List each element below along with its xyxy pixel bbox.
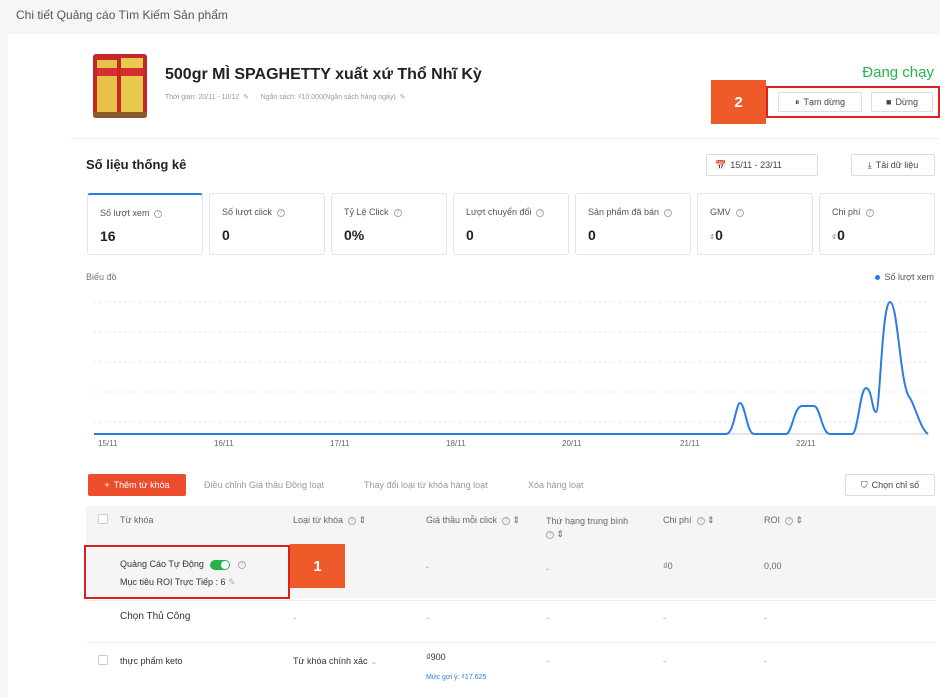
time-label: Thời gian: 20/11 - 10/12 [165,94,240,101]
edit-time-icon[interactable]: ✎ [241,94,259,101]
product-meta: Thời gian: 20/11 - 10/12 ✎ Ngân sách: ₫1… [165,93,405,101]
info-icon: ? [696,516,705,525]
stop-icon: ■ [886,97,892,107]
match-change-button[interactable]: Thay đổi loại từ khóa hàng loạt [356,474,496,496]
plus-icon: + [104,480,110,490]
download-icon: ⤓ [867,159,872,170]
row-divider [86,642,936,643]
manual-bid: - [426,613,429,623]
product-title: 500gr MÌ SPAGHETTY xuất xứ Thổ Nhĩ Kỳ [165,66,482,83]
pause-button[interactable]: ⏸ Tạm dừng [778,92,862,112]
manual-cost: - [663,613,666,623]
date-range-picker[interactable]: 📅 15/11 - 23/11 [706,154,818,176]
auto-cost: ₫0 [663,561,673,571]
metric-views[interactable]: Số lượt xem? 16 [87,193,203,255]
manual-label: Chọn Thủ Công [120,611,191,622]
info-icon: ? [664,208,673,217]
filter-icon: ⛉ [860,479,868,490]
col-keyword: Từ khóa [120,515,154,525]
choose-metrics-button[interactable]: ⛉ Chọn chỉ số [845,474,935,496]
metric-cost[interactable]: Chi phí? ₫0 [819,193,935,255]
status-badge: Đang chạy [862,64,934,81]
metric-ctr[interactable]: Tỷ Lệ Click? 0% [331,193,447,255]
manual-roi: - [764,613,767,623]
keyword-roi: - [764,656,767,666]
table-header [86,506,936,546]
info-icon: ? [536,208,545,217]
metric-products-sold[interactable]: Sản phẩm đã bán? 0 [575,193,691,255]
auto-bid: - [426,562,429,572]
metric-clicks[interactable]: Số lượt click? 0 [209,193,325,255]
manual-match: - [293,613,296,623]
info-icon: ? [546,530,554,539]
keyword-cost: - [663,656,666,666]
views-line-chart: 15/11 16/11 17/11 18/11 20/11 21/11 22/1… [94,300,929,448]
x-tick: 21/11 [680,439,700,448]
manual-rank: - [546,613,549,623]
info-icon: ? [348,516,357,525]
x-tick: 16/11 [214,439,234,448]
select-all-checkbox[interactable] [98,514,108,524]
breadcrumb: Chi tiết Quảng cáo Tìm Kiếm Sản phẩm [16,8,228,22]
col-bid[interactable]: Giá thầu mỗi click? ⇕ [426,515,520,526]
x-tick: 18/11 [446,439,466,448]
bid-suggestion[interactable]: Mức gợi ý: ₫17.625 [426,674,486,681]
chart-legend[interactable]: Số lượt xem [874,272,934,282]
stop-button[interactable]: ■ Dừng [871,92,933,112]
pause-icon: ⏸ [794,96,800,107]
info-icon: ? [502,516,511,525]
divider [70,138,940,139]
add-keyword-button[interactable]: + Thêm từ khóa [88,474,186,496]
auto-roi: 0,00 [764,561,782,571]
col-cost[interactable]: Chi phí? ⇕ [663,515,715,526]
auto-ads-label: Quảng Cáo Tự Động ? [120,559,246,570]
bulk-delete-button[interactable]: Xóa hàng loạt [520,474,592,496]
auto-ads-toggle[interactable] [210,559,231,570]
x-tick: 15/11 [98,439,118,448]
product-thumbnail [93,54,147,118]
match-type-select[interactable]: Từ khóa chính xác ⌄ [293,656,378,667]
info-icon: ? [393,208,402,217]
budget-label: Ngân sách: ₫10.000(Ngân sách hàng ngày) [260,94,396,101]
info-icon: ? [735,208,744,217]
legend-dot [874,274,880,280]
auto-rank: - [546,564,549,574]
info-icon: ? [276,208,285,217]
col-rank[interactable]: Thứ hạng trung bình? ⇕ [546,515,646,541]
callout-two: 2 [711,80,766,124]
info-icon: ? [154,209,163,218]
col-match-type[interactable]: Loại từ khóa? ⇕ [293,515,366,526]
x-tick: 22/11 [796,439,816,448]
x-tick: 20/11 [562,439,582,448]
auto-ads-highlight [84,545,290,599]
calendar-icon: 📅 [715,159,727,170]
metric-gmv[interactable]: GMV? ₫0 [697,193,813,255]
info-icon: ? [865,208,874,217]
legend-label: Số lượt xem [884,272,934,282]
bid-value[interactable]: ₫900 [426,652,446,662]
bid-adjust-button[interactable]: Điều chỉnh Giá thầu Đồng loạt [196,474,332,496]
chevron-down-icon: ⌄ [370,656,378,666]
roi-target: Mục tiêu ROI Trực Tiếp : 6 ✎ [120,577,236,587]
row-checkbox[interactable] [98,655,108,665]
stats-title: Số liệu thống kê [86,157,187,172]
keyword-text: thực phẩm keto [120,656,183,666]
keyword-rank: - [546,656,549,666]
download-button[interactable]: ⤓ Tải dữ liệu [851,154,935,176]
info-icon: ? [237,560,246,569]
metric-conversions[interactable]: Lượt chuyển đổi? 0 [453,193,569,255]
col-roi[interactable]: ROI? ⇕ [764,515,803,526]
chart-title: Biểu đồ [86,272,117,282]
info-icon: ? [785,516,794,525]
edit-budget-icon[interactable]: ✎ [398,94,406,101]
edit-roi-icon[interactable]: ✎ [228,577,236,587]
row-divider [86,600,936,601]
callout-one: 1 [290,544,345,588]
x-tick: 17/11 [330,439,350,448]
